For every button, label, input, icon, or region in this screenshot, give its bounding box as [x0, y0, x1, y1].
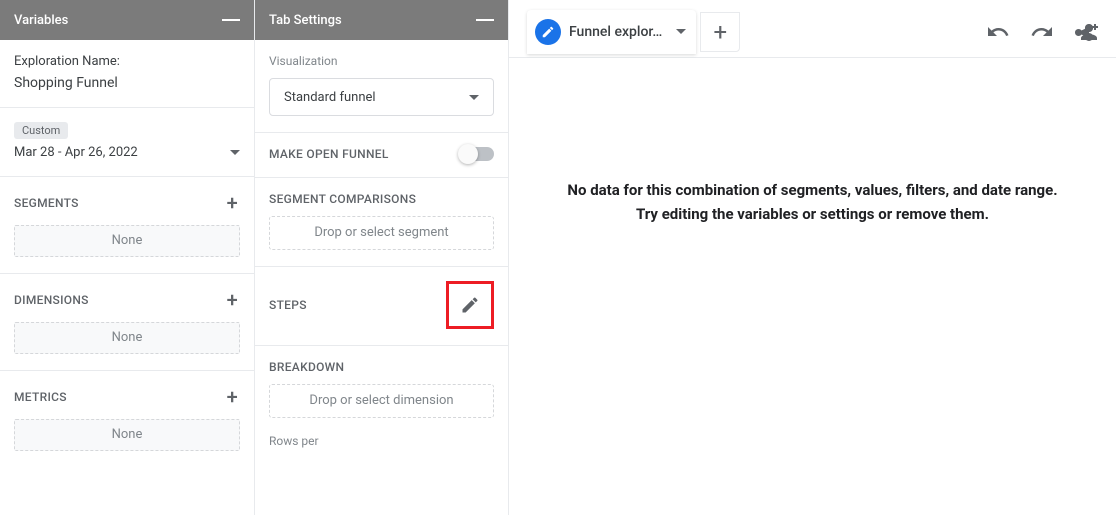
segment-comparisons-section: SEGMENT COMPARISONS Drop or select segme…	[255, 178, 508, 267]
exploration-tab[interactable]: Funnel explor…	[527, 10, 696, 54]
redo-icon[interactable]	[1030, 20, 1054, 44]
segments-section: SEGMENTS + None	[0, 177, 254, 274]
exploration-name-value[interactable]: Shopping Funnel	[14, 75, 240, 91]
steps-label: STEPS	[269, 298, 307, 312]
pencil-icon	[541, 25, 555, 39]
tab-icon	[535, 19, 561, 45]
toggle-knob	[458, 144, 478, 164]
rows-per-label: Rows per	[255, 418, 508, 448]
segments-label: SEGMENTS	[14, 196, 79, 210]
add-tab-button[interactable]: +	[700, 12, 740, 52]
visualization-label: Visualization	[269, 54, 494, 68]
metrics-section: METRICS + None	[0, 371, 254, 467]
visualization-select[interactable]: Standard funnel	[269, 78, 494, 116]
no-data-message: No data for this combination of segments…	[567, 178, 1057, 226]
segments-empty[interactable]: None	[14, 225, 240, 257]
date-range-text: Mar 28 - Apr 26, 2022	[14, 145, 138, 160]
open-funnel-label: MAKE OPEN FUNNEL	[269, 147, 389, 161]
date-range-section[interactable]: Custom Mar 28 - Apr 26, 2022	[0, 108, 254, 177]
breakdown-label: BREAKDOWN	[269, 360, 494, 374]
no-data-line1: No data for this combination of segments…	[567, 178, 1057, 202]
canvas-tab-bar: Funnel explor… +	[509, 0, 1116, 58]
collapse-icon[interactable]	[476, 19, 494, 21]
open-funnel-toggle[interactable]	[460, 147, 494, 161]
add-dimension-button[interactable]: +	[225, 288, 240, 312]
add-segment-button[interactable]: +	[225, 191, 240, 215]
variables-header: Variables	[0, 0, 254, 40]
date-custom-badge: Custom	[14, 122, 68, 139]
variables-title: Variables	[14, 13, 68, 28]
steps-section: STEPS	[255, 267, 508, 346]
dimensions-section: DIMENSIONS + None	[0, 274, 254, 371]
metrics-label: METRICS	[14, 390, 67, 404]
add-metric-button[interactable]: +	[225, 385, 240, 409]
collapse-icon[interactable]	[222, 19, 240, 21]
breakdown-section: BREAKDOWN Drop or select dimension	[255, 346, 508, 418]
edit-steps-button[interactable]	[446, 281, 494, 329]
metrics-empty[interactable]: None	[14, 419, 240, 451]
exploration-name-section: Exploration Name: Shopping Funnel	[0, 40, 254, 108]
chevron-down-icon[interactable]	[676, 29, 686, 34]
canvas-panel: Funnel explor… + No data for this combin…	[509, 0, 1116, 515]
visualization-section: Visualization Standard funnel	[255, 40, 508, 133]
tab-settings-title: Tab Settings	[269, 13, 342, 28]
tab-settings-panel: Tab Settings Visualization Standard funn…	[255, 0, 509, 515]
share-icon[interactable]	[1074, 20, 1098, 44]
pencil-icon	[460, 295, 480, 315]
tab-label: Funnel explor…	[569, 24, 662, 40]
chevron-down-icon[interactable]	[230, 150, 240, 155]
undo-icon[interactable]	[986, 20, 1010, 44]
canvas-body: No data for this combination of segments…	[509, 58, 1116, 515]
breakdown-dropzone[interactable]: Drop or select dimension	[269, 384, 494, 418]
exploration-name-label: Exploration Name:	[14, 54, 240, 69]
open-funnel-section: MAKE OPEN FUNNEL	[255, 133, 508, 178]
canvas-actions	[986, 20, 1098, 44]
segment-comparisons-label: SEGMENT COMPARISONS	[269, 192, 494, 206]
segment-comparison-dropzone[interactable]: Drop or select segment	[269, 216, 494, 250]
dimensions-empty[interactable]: None	[14, 322, 240, 354]
chevron-down-icon	[469, 95, 479, 100]
no-data-line2: Try editing the variables or settings or…	[567, 202, 1057, 226]
variables-panel: Variables Exploration Name: Shopping Fun…	[0, 0, 255, 515]
visualization-value: Standard funnel	[284, 90, 376, 105]
tab-settings-header: Tab Settings	[255, 0, 508, 40]
dimensions-label: DIMENSIONS	[14, 293, 89, 307]
